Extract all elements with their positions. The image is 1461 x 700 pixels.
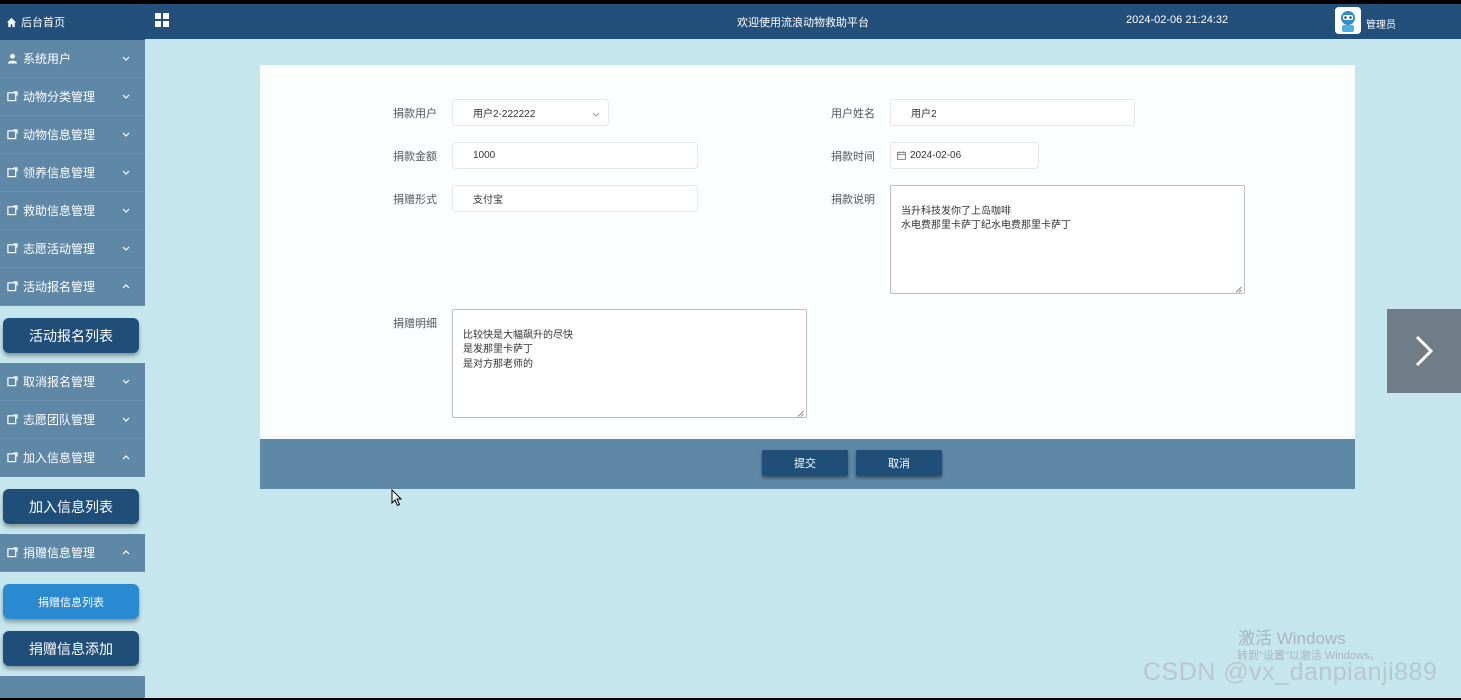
donate-detail-label: 捐赠明细 bbox=[393, 318, 437, 330]
resize-handle-icon[interactable] bbox=[1235, 284, 1242, 293]
user-icon bbox=[6, 53, 18, 65]
donate-form-field[interactable]: 支付宝 bbox=[452, 185, 698, 212]
activate-windows-title: 激活 Windows bbox=[1238, 629, 1346, 648]
donate-note-value: 当升科技发你了上岛咖啡 水电费那里卡萨丁纪水电费那里卡萨丁 bbox=[901, 205, 1071, 232]
sidebar-item-label: 动物信息管理 bbox=[23, 128, 96, 142]
sidebar: 后台首页 系统用户 动物分类管理 动物信息管理 领养信息管理 救助信息管理 志愿… bbox=[0, 4, 145, 698]
sidebar-item-volunteer-team[interactable]: 志愿团队管理 bbox=[0, 401, 145, 439]
submenu-join-info: 加入信息列表 bbox=[0, 477, 145, 534]
chevron-up-icon bbox=[121, 548, 131, 558]
donate-time-label: 捐款时间 bbox=[831, 151, 875, 163]
user-name-label: 用户姓名 bbox=[831, 108, 875, 120]
external-link-icon bbox=[6, 452, 18, 464]
donate-time-field[interactable]: 2024-02-06 bbox=[890, 142, 1039, 169]
submenu-item-activity-signup-list[interactable]: 活动报名列表 bbox=[3, 318, 139, 353]
external-link-icon bbox=[6, 281, 18, 293]
sidebar-item-label: 取消报名管理 bbox=[23, 375, 96, 389]
external-link-icon bbox=[6, 376, 18, 388]
external-link-icon bbox=[6, 91, 18, 103]
sidebar-item-label: 志愿活动管理 bbox=[23, 242, 96, 256]
chevron-right-icon bbox=[1415, 335, 1434, 367]
submenu-donation: 捐赠信息列表 捐赠信息添加 bbox=[0, 572, 145, 676]
donate-detail-value: 比较快是大幅飙升的尽快 是发那里卡萨丁 是对方那老师的 bbox=[463, 329, 573, 370]
csdn-watermark: CSDN @vx_danpianji889 bbox=[1143, 658, 1438, 686]
sidebar-item-donation[interactable]: 捐赠信息管理 bbox=[0, 534, 145, 572]
external-link-icon bbox=[6, 167, 18, 179]
donate-detail-textarea[interactable]: 比较快是大幅飙升的尽快 是发那里卡萨丁 是对方那老师的 bbox=[452, 309, 807, 418]
sidebar-item-volunteer-activity[interactable]: 志愿活动管理 bbox=[0, 230, 145, 268]
chevron-down-icon bbox=[121, 168, 131, 178]
mouse-cursor-icon bbox=[391, 489, 403, 507]
submenu-activity-signup: 活动报名列表 bbox=[0, 306, 145, 363]
sidebar-item-rescue[interactable]: 救助信息管理 bbox=[0, 192, 145, 230]
sidebar-item-label: 志愿团队管理 bbox=[23, 413, 96, 427]
sidebar-home-label: 后台首页 bbox=[21, 17, 65, 29]
calendar-icon bbox=[897, 151, 906, 160]
external-link-icon bbox=[6, 414, 18, 426]
chevron-down-icon bbox=[592, 109, 600, 117]
amount-label: 捐款金额 bbox=[393, 151, 437, 163]
chevron-up-icon bbox=[121, 282, 131, 292]
page-title: 欢迎使用流浪动物救助平台 bbox=[737, 17, 869, 29]
user-name-value: 用户2 bbox=[911, 109, 937, 120]
chevron-down-icon bbox=[121, 415, 131, 425]
top-bar: 欢迎使用流浪动物救助平台 2024-02-06 21:24:32 管理员 bbox=[145, 4, 1461, 39]
external-link-icon bbox=[6, 129, 18, 141]
sidebar-item-cancel-signup[interactable]: 取消报名管理 bbox=[0, 363, 145, 401]
donor-user-select[interactable]: 用户2-222222 bbox=[452, 99, 609, 126]
chevron-down-icon bbox=[121, 244, 131, 254]
next-arrow-button[interactable] bbox=[1387, 309, 1461, 393]
user-name-field[interactable]: 用户2 bbox=[890, 99, 1135, 126]
external-link-icon bbox=[6, 243, 18, 255]
sidebar-item-animal-info[interactable]: 动物信息管理 bbox=[0, 116, 145, 154]
donate-note-textarea[interactable]: 当升科技发你了上岛咖啡 水电费那里卡萨丁纪水电费那里卡萨丁 bbox=[890, 185, 1245, 294]
chevron-down-icon bbox=[121, 92, 131, 102]
donation-form: 捐款用户 用户2-222222 用户姓名 用户2 捐款金额 1000 捐款时间 … bbox=[260, 65, 1355, 439]
sidebar-item-system-users[interactable]: 系统用户 bbox=[0, 40, 145, 78]
sidebar-item-label: 领养信息管理 bbox=[23, 166, 96, 180]
sidebar-item-label: 活动报名管理 bbox=[23, 280, 96, 294]
submenu-item-donation-list[interactable]: 捐赠信息列表 bbox=[3, 584, 139, 619]
datetime-display: 2024-02-06 21:24:32 bbox=[1126, 14, 1229, 26]
donor-user-value: 用户2-222222 bbox=[473, 109, 536, 120]
donor-user-label: 捐款用户 bbox=[393, 108, 437, 120]
sidebar-item-join-info[interactable]: 加入信息管理 bbox=[0, 439, 145, 477]
sidebar-item-adoption[interactable]: 领养信息管理 bbox=[0, 154, 145, 192]
submit-button[interactable]: 提交 bbox=[762, 450, 848, 476]
external-link-icon bbox=[6, 205, 18, 217]
chevron-down-icon bbox=[121, 54, 131, 64]
user-name[interactable]: 管理员 bbox=[1366, 16, 1396, 31]
amount-value: 1000 bbox=[473, 150, 496, 161]
donate-form-value: 支付宝 bbox=[473, 195, 503, 206]
donate-form-label: 捐赠形式 bbox=[393, 194, 437, 206]
sidebar-item-label: 捐赠信息管理 bbox=[23, 546, 96, 560]
chevron-down-icon bbox=[121, 377, 131, 387]
chevron-down-icon bbox=[121, 206, 131, 216]
chevron-up-icon bbox=[121, 453, 131, 463]
chevron-down-icon bbox=[121, 130, 131, 140]
donate-time-value: 2024-02-06 bbox=[910, 150, 962, 161]
home-icon bbox=[6, 17, 17, 27]
donate-note-label: 捐款说明 bbox=[831, 194, 875, 206]
submenu-item-join-info-list[interactable]: 加入信息列表 bbox=[3, 489, 139, 524]
sidebar-home[interactable]: 后台首页 bbox=[0, 4, 145, 40]
amount-field[interactable]: 1000 bbox=[452, 142, 698, 169]
sidebar-item-label: 系统用户 bbox=[23, 52, 72, 66]
submenu-item-donation-add[interactable]: 捐赠信息添加 bbox=[3, 631, 139, 666]
avatar[interactable] bbox=[1335, 7, 1361, 34]
external-link-icon bbox=[6, 547, 18, 559]
form-actions: 提交 取消 bbox=[260, 439, 1355, 489]
sidebar-item-animal-category[interactable]: 动物分类管理 bbox=[0, 78, 145, 116]
sidebar-item-label: 加入信息管理 bbox=[23, 451, 96, 465]
sidebar-item-label: 动物分类管理 bbox=[23, 90, 96, 104]
cancel-button[interactable]: 取消 bbox=[856, 450, 942, 476]
sidebar-item-label: 救助信息管理 bbox=[23, 204, 96, 218]
app-window: 后台首页 系统用户 动物分类管理 动物信息管理 领养信息管理 救助信息管理 志愿… bbox=[0, 4, 1461, 698]
sidebar-item-activity-signup[interactable]: 活动报名管理 bbox=[0, 268, 145, 306]
resize-handle-icon[interactable] bbox=[797, 408, 804, 417]
